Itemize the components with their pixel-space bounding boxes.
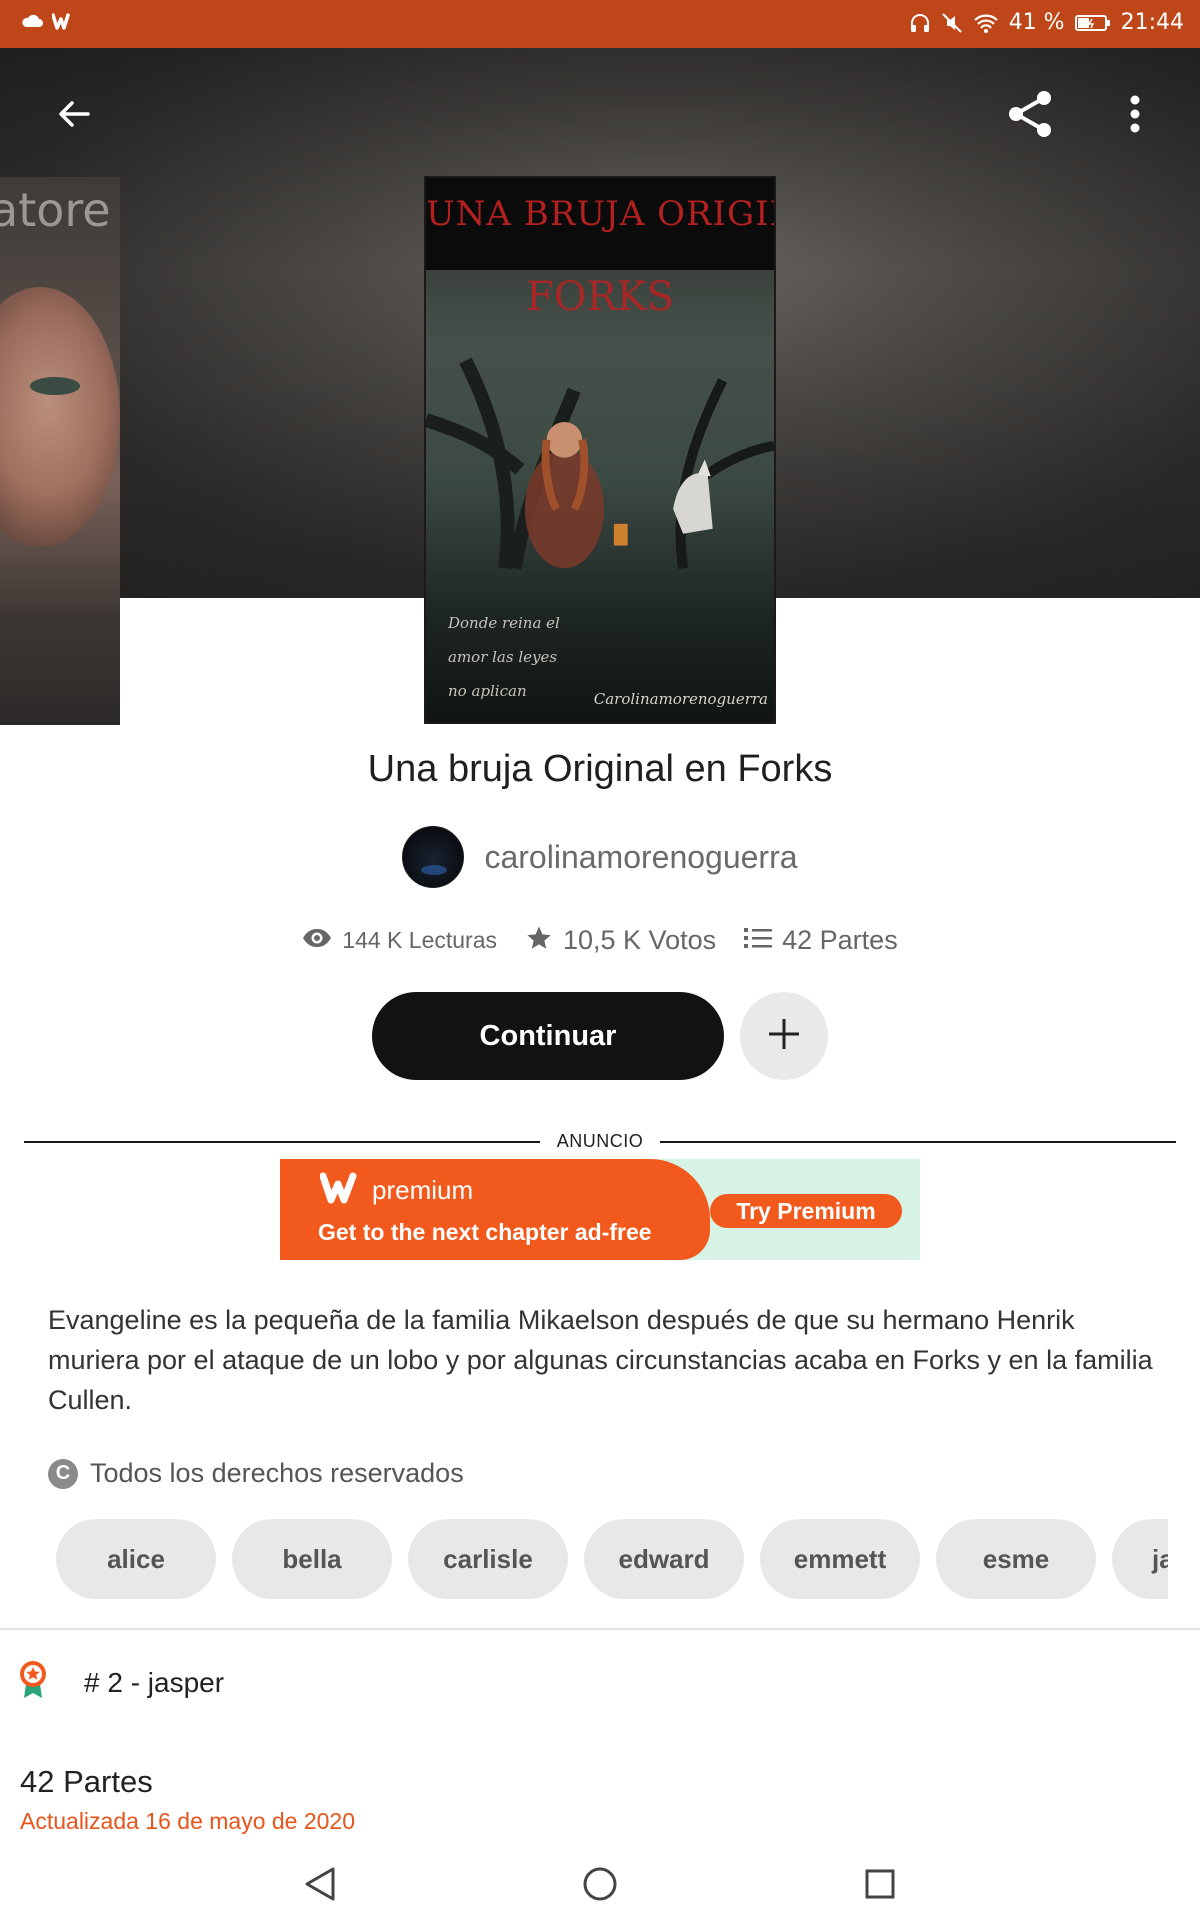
nav-back-button[interactable] xyxy=(298,1864,342,1908)
side-cover-detail xyxy=(30,377,80,395)
side-cover-text: atore xyxy=(0,183,111,237)
ad-label: ANUNCIO xyxy=(556,1131,644,1151)
wifi-icon xyxy=(973,12,999,34)
toc-parts-count[interactable]: 42 Partes xyxy=(20,1764,153,1800)
back-button[interactable] xyxy=(48,90,100,142)
copyright-row: C Todos los derechos reservados xyxy=(48,1458,464,1489)
battery-icon xyxy=(1074,14,1111,32)
author-row[interactable]: carolinamorenoguerra xyxy=(0,826,1200,888)
status-bar: 41 % 21:44 xyxy=(0,0,1200,48)
side-cover-image xyxy=(0,287,120,547)
cover-title: UNA BRUJA ORIGINAL EN xyxy=(426,194,774,234)
mute-icon xyxy=(941,12,963,34)
tag-list[interactable]: alice bella carlisle edward emmett esme ja xyxy=(56,1519,1168,1601)
votes-stat: 10,5 K Votos xyxy=(525,924,716,957)
tag-chip[interactable]: carlisle xyxy=(408,1519,568,1599)
clock: 21:44 xyxy=(1120,10,1184,35)
ranking-text[interactable]: # 2 - jasper xyxy=(84,1667,224,1699)
try-premium-button[interactable]: Try Premium xyxy=(710,1194,902,1228)
copyright-icon: C xyxy=(48,1458,78,1489)
story-stats: 144 K Lecturas 10,5 K Votos 42 Partes xyxy=(0,924,1200,957)
arrow-left-icon xyxy=(54,94,94,139)
status-right-icons: 41 % 21:44 xyxy=(909,10,1184,35)
reads-stat: 144 K Lecturas xyxy=(302,927,497,954)
status-left-icons xyxy=(20,12,76,35)
share-button[interactable] xyxy=(1000,86,1060,146)
tag-chip[interactable]: edward xyxy=(584,1519,744,1599)
wattpad-logo-icon xyxy=(319,1171,366,1210)
ad-logo: premium xyxy=(319,1171,474,1210)
square-recents-icon xyxy=(864,1868,896,1905)
tag-chip[interactable]: ja xyxy=(1112,1519,1168,1599)
cover-subtitle: FORKS xyxy=(526,274,674,320)
previous-story-cover[interactable]: atore xyxy=(0,177,120,725)
tag-chip[interactable]: emmett xyxy=(760,1519,920,1599)
ad-tagline: Get to the next chapter ad-free xyxy=(318,1219,652,1245)
tag-chip[interactable]: esme xyxy=(936,1519,1096,1599)
more-vertical-icon xyxy=(1129,94,1141,139)
tag-chip[interactable]: alice xyxy=(56,1519,216,1599)
plus-icon xyxy=(766,1016,802,1057)
section-divider xyxy=(0,1628,1200,1630)
ranking-row[interactable]: # 2 - jasper xyxy=(18,1660,224,1705)
cloud-icon xyxy=(20,13,44,34)
more-options-button[interactable] xyxy=(1110,86,1160,146)
tag-chip[interactable]: bella xyxy=(232,1519,392,1599)
triangle-back-icon xyxy=(303,1866,337,1907)
parts-count: 42 Partes xyxy=(782,925,898,955)
reads-count: 144 K Lecturas xyxy=(342,927,497,953)
battery-percent: 41 % xyxy=(1008,10,1065,35)
votes-count: 10,5 K Votos xyxy=(563,925,717,955)
author-name[interactable]: carolinamorenoguerra xyxy=(484,839,797,876)
copyright-text: Todos los derechos reservados xyxy=(90,1458,464,1488)
story-title: Una bruja Original en Forks xyxy=(367,748,833,790)
ad-banner[interactable]: premium Get to the next chapter ad-free … xyxy=(280,1159,920,1260)
story-description: Evangeline es la pequeña de la familia M… xyxy=(48,1305,1153,1415)
cover-author: Carolinamorenoguerra xyxy=(593,690,768,708)
list-icon xyxy=(744,926,773,955)
ad-brand: premium xyxy=(372,1175,474,1205)
continue-reading-button[interactable]: Continuar xyxy=(372,992,724,1080)
add-to-library-button[interactable] xyxy=(740,992,828,1080)
system-nav-bar xyxy=(0,1850,1200,1920)
headphones-icon xyxy=(909,12,931,34)
nav-recents-button[interactable] xyxy=(858,1864,902,1908)
wattpad-notification-icon xyxy=(51,12,76,35)
avatar[interactable] xyxy=(402,826,465,888)
toc-updated-date: Actualizada 16 de mayo de 2020 xyxy=(20,1808,356,1834)
share-icon xyxy=(1004,88,1056,145)
star-icon xyxy=(525,924,553,957)
ranking-badge-icon xyxy=(18,1660,48,1705)
eye-icon xyxy=(302,927,332,954)
nav-home-button[interactable] xyxy=(578,1864,622,1908)
parts-stat: 42 Partes xyxy=(744,925,898,956)
story-cover[interactable]: UNA BRUJA ORIGINAL EN FORKS Donde reina … xyxy=(424,176,776,724)
cover-quote: Donde reina el amor las leyes no aplican xyxy=(448,614,560,700)
circle-home-icon xyxy=(582,1866,618,1907)
